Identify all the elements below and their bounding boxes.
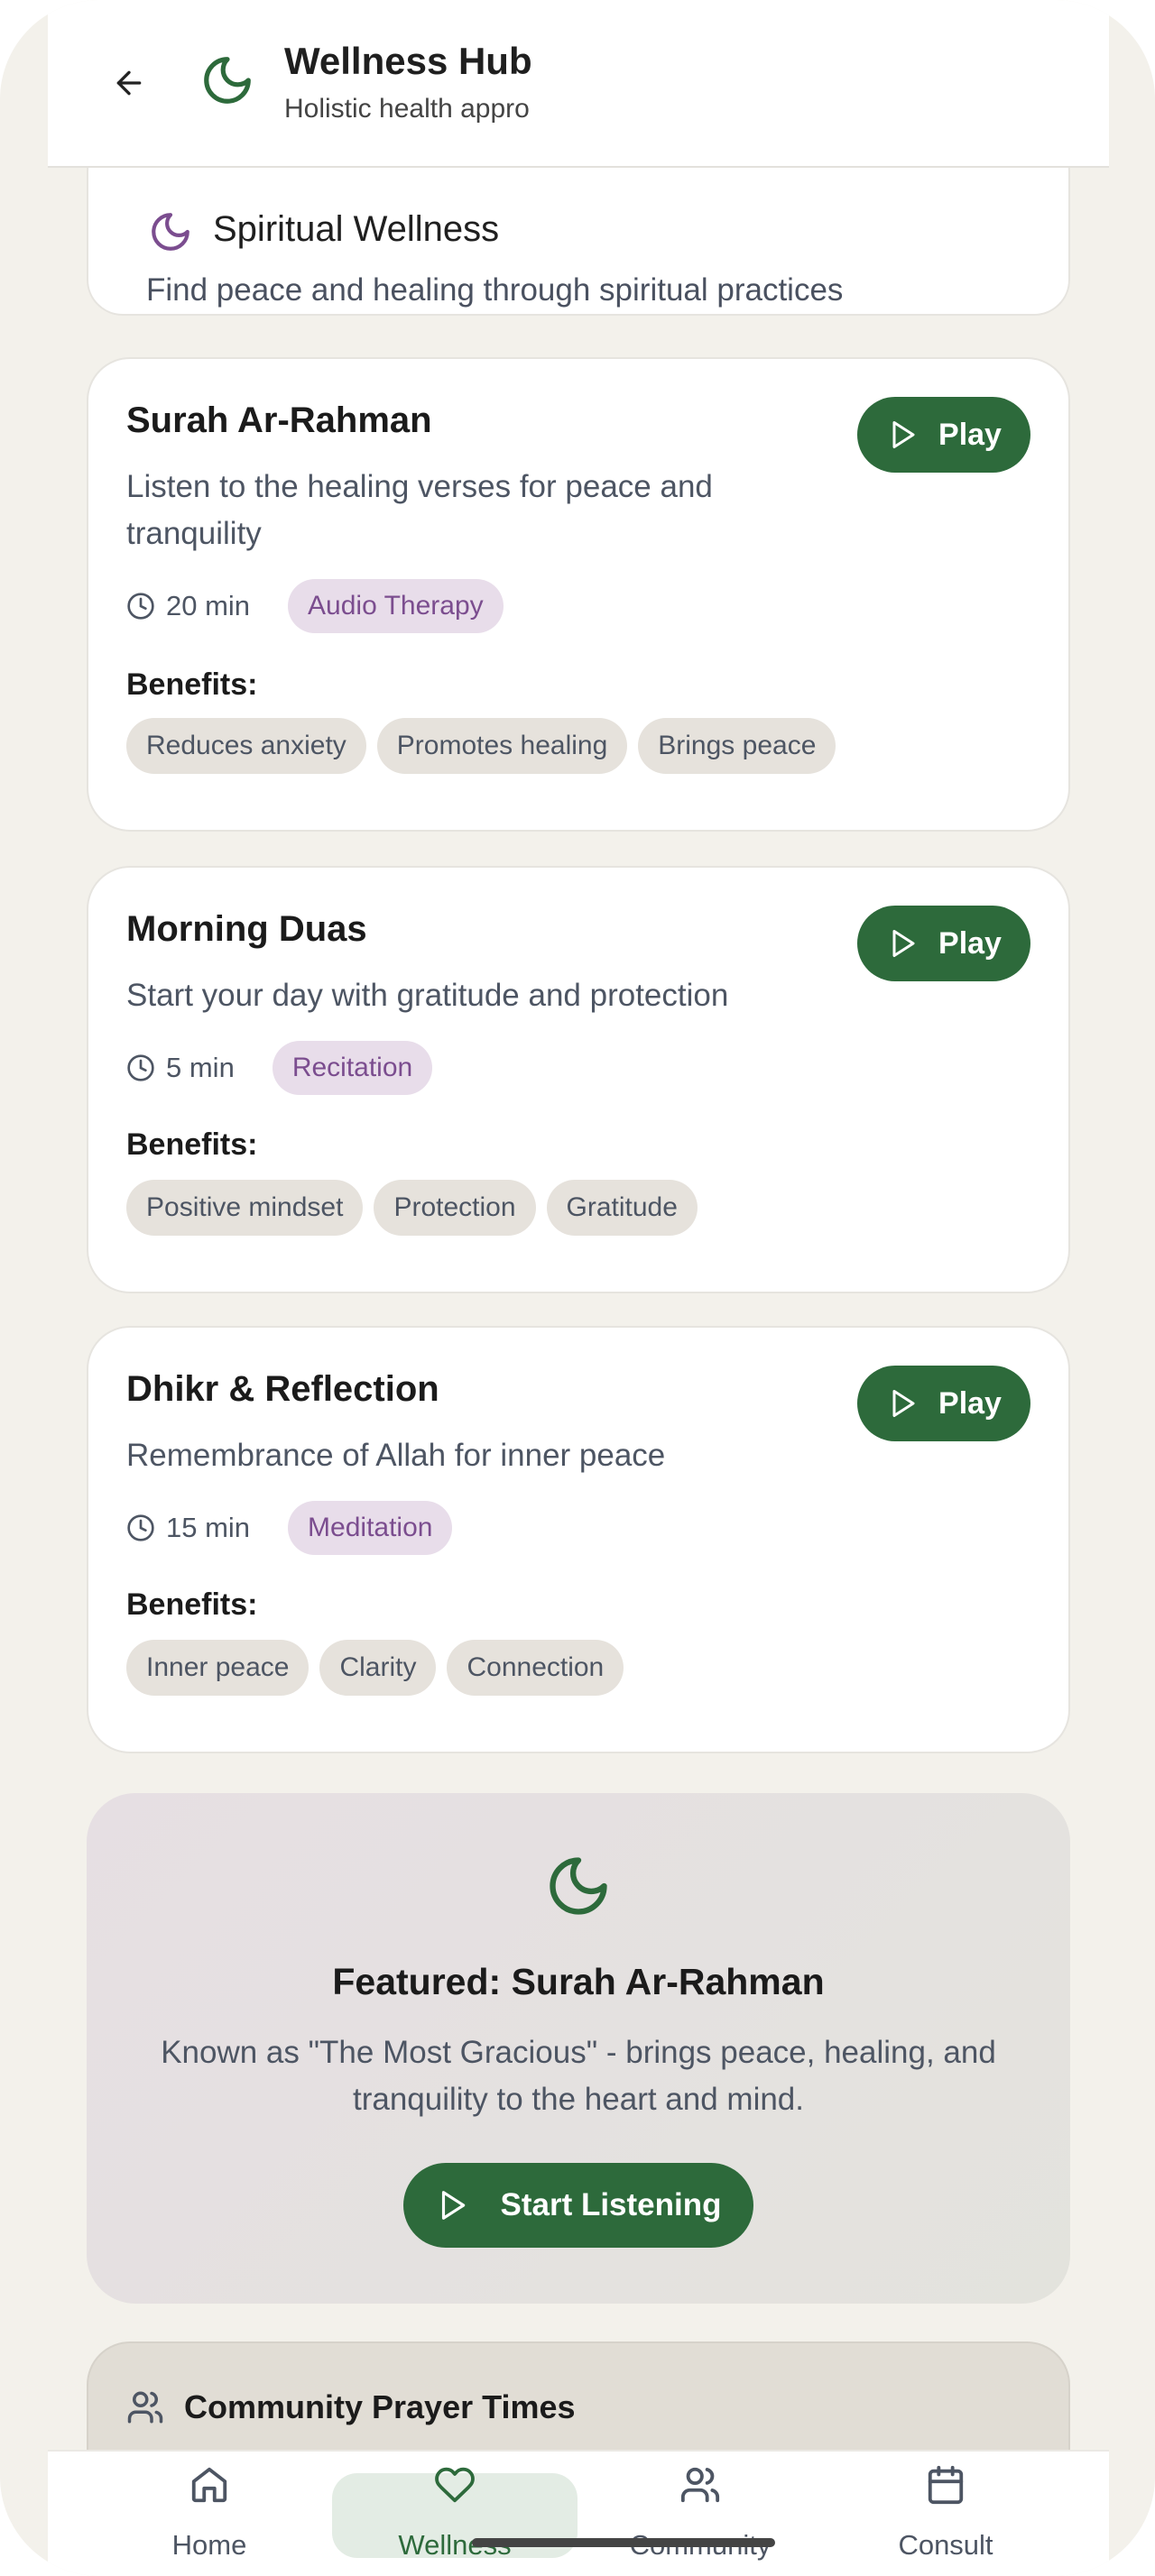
benefits-label: Benefits: [126, 1127, 258, 1162]
benefits-list: Positive mindset Protection Gratitude [126, 1180, 698, 1236]
featured-card: Featured: Surah Ar-Rahman Known as "The … [87, 1793, 1070, 2304]
play-icon [892, 421, 915, 448]
benefits-list: Reduces anxiety Promotes healing Brings … [126, 718, 836, 774]
featured-title: Featured: Surah Ar-Rahman [332, 1961, 825, 2002]
session-duration: 5 min [166, 1052, 235, 1083]
benefit-chip: Promotes healing [376, 718, 628, 774]
session-type-badge: Meditation [288, 1501, 453, 1555]
page-subtitle: Holistic health appro [284, 94, 530, 124]
app-screen: Spiritual Wellness Find peace and healin… [0, 0, 1155, 2576]
home-indicator [472, 2538, 775, 2547]
play-icon [892, 1390, 915, 1417]
play-button[interactable]: Play [857, 1366, 1030, 1441]
nav-item-wellness[interactable]: Wellness [332, 2452, 578, 2576]
clock-icon [127, 1514, 154, 1541]
moon-icon [204, 57, 251, 104]
play-icon [442, 2191, 466, 2220]
play-label: Play [938, 417, 1002, 452]
session-meta: 20 min Audio Therapy [126, 579, 504, 633]
nav-item-home[interactable]: Home [87, 2452, 332, 2576]
session-type-badge: Audio Therapy [288, 579, 504, 633]
benefit-chip: Gratitude [546, 1180, 698, 1236]
session-title: Dhikr & Reflection [126, 1369, 439, 1409]
session-card-dhikr-reflection[interactable]: Dhikr & Reflection Play Remembrance of A… [87, 1326, 1070, 1753]
session-meta: 15 min Meditation [126, 1501, 453, 1555]
nav-label: Home [171, 2529, 247, 2561]
section-subtitle: Find peace and healing through spiritual… [146, 272, 844, 308]
nav-label: Consult [898, 2529, 993, 2561]
back-button[interactable] [102, 56, 156, 110]
users-icon [127, 2391, 163, 2424]
nav-item-consult[interactable]: Consult [823, 2452, 1068, 2576]
home-icon [191, 2467, 227, 2503]
benefit-chip: Brings peace [638, 718, 836, 774]
bottom-navigation: Home Wellness Community Consult [48, 2450, 1109, 2576]
session-description: Start your day with gratitude and protec… [126, 978, 729, 1013]
arrow-left-icon [116, 70, 142, 96]
play-button[interactable]: Play [857, 906, 1030, 981]
moon-icon [550, 1857, 607, 1915]
session-type-badge: Recitation [272, 1041, 433, 1095]
benefits-label: Benefits: [126, 667, 258, 702]
community-prayer-title: Community Prayer Times [184, 2388, 576, 2425]
app-header: Wellness Hub Holistic health appro [48, 0, 1109, 168]
benefit-chip: Reduces anxiety [126, 718, 366, 774]
benefits-list: Inner peace Clarity Connection [126, 1640, 624, 1696]
benefits-label: Benefits: [126, 1587, 258, 1622]
heart-icon [435, 2467, 475, 2503]
session-duration: 20 min [166, 590, 251, 621]
start-listening-button[interactable]: Start Listening [403, 2163, 753, 2248]
play-label: Play [938, 1385, 1002, 1421]
featured-description: Known as "The Most Gracious" - brings pe… [161, 2035, 996, 2117]
session-card-surah-ar-rahman[interactable]: Surah Ar-Rahman Play Listen to the heali… [87, 357, 1070, 832]
session-duration: 15 min [166, 1512, 251, 1543]
users-icon [680, 2467, 720, 2503]
moon-icon [152, 213, 189, 251]
nav-item-community[interactable]: Community [578, 2452, 823, 2576]
benefit-chip: Connection [447, 1640, 624, 1696]
clock-icon [127, 1054, 154, 1081]
play-button[interactable]: Play [857, 397, 1030, 473]
benefit-chip: Clarity [319, 1640, 437, 1696]
benefit-chip: Positive mindset [126, 1180, 364, 1236]
session-title: Morning Duas [126, 909, 367, 949]
clock-icon [127, 593, 154, 620]
section-title: Spiritual Wellness [213, 209, 500, 249]
play-icon [892, 930, 915, 957]
play-label: Play [938, 925, 1002, 961]
benefit-chip: Protection [374, 1180, 536, 1236]
session-description: Remembrance of Allah for inner peace [126, 1438, 666, 1473]
session-card-morning-duas[interactable]: Morning Duas Play Start your day with gr… [87, 866, 1070, 1293]
calendar-icon [928, 2465, 964, 2505]
session-description: Listen to the healing verses for peace a… [126, 469, 713, 551]
benefit-chip: Inner peace [126, 1640, 310, 1696]
session-meta: 5 min Recitation [126, 1041, 433, 1095]
start-listening-label: Start Listening [500, 2187, 722, 2222]
page-title: Wellness Hub [284, 40, 532, 82]
session-title: Surah Ar-Rahman [126, 400, 432, 440]
